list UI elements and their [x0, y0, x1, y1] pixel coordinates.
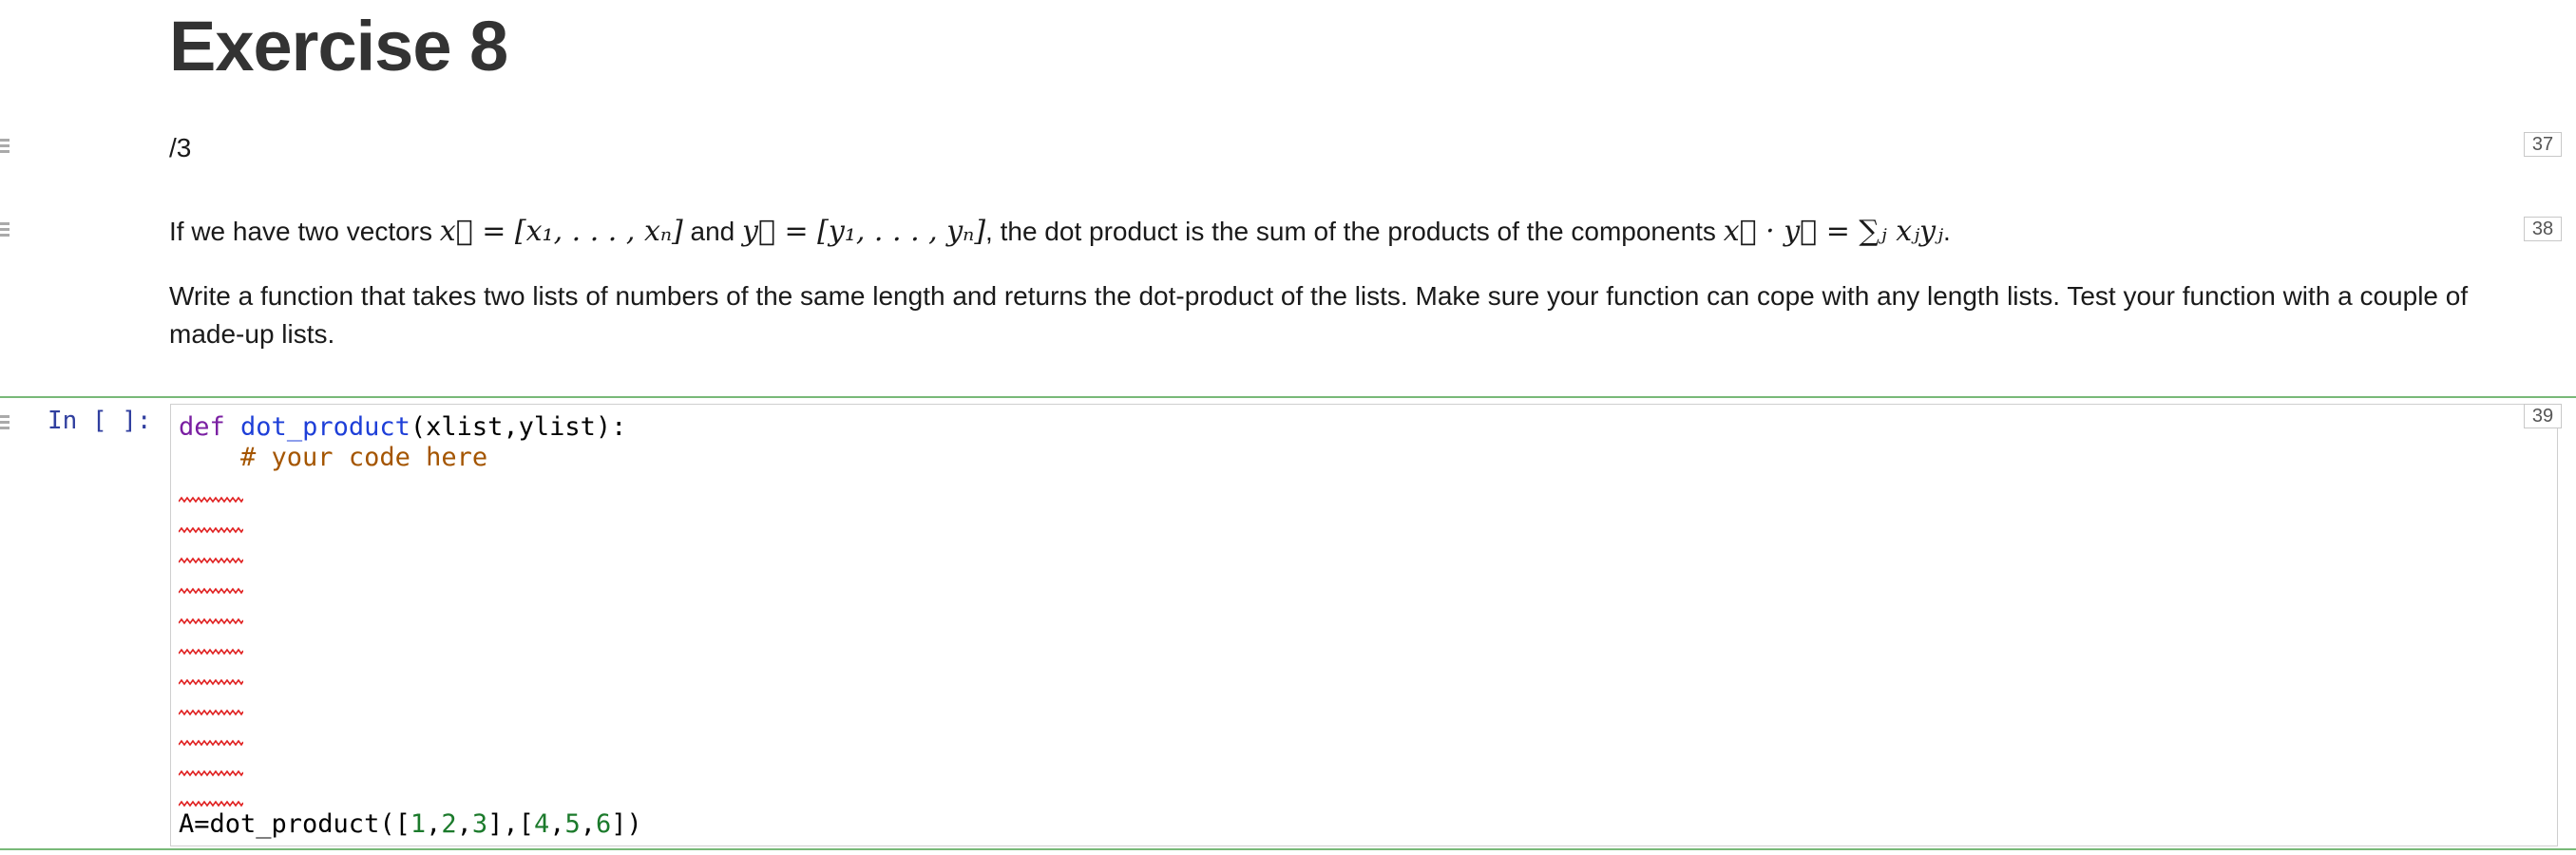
error-squiggle-icon [179, 739, 243, 747]
error-squiggle-icon [179, 709, 243, 716]
number-literal: 4 [533, 809, 550, 839]
cell-number: 37 [2524, 132, 2562, 157]
function-args: (xlist,ylist): [410, 412, 627, 442]
error-squiggle-icon [179, 526, 243, 534]
vector-definition: If we have two vectors x⃗ = [x₁, . . . ,… [169, 215, 1951, 248]
code-line-2[interactable]: # your code here [179, 443, 487, 472]
drag-handle-icon[interactable] [0, 139, 10, 156]
drag-handle-icon[interactable] [0, 222, 10, 239]
x-vector-math: x⃗ = [x₁, . . . , xₙ] [439, 215, 683, 248]
error-squiggle-icon [179, 800, 243, 808]
drag-handle-icon[interactable] [0, 415, 10, 432]
code-mid: ],[ [487, 809, 534, 839]
code-comment: # your code here [240, 443, 488, 472]
number-literal: 3 [471, 809, 488, 839]
instructions-text: Write a function that takes two lists of… [169, 281, 2469, 349]
function-name: dot_product [240, 412, 410, 442]
intro-period: . [1943, 217, 1951, 246]
code-prefix: A=dot_product([ [179, 809, 410, 839]
cell-number: 39 [2524, 404, 2562, 428]
cell-number: 38 [2524, 217, 2562, 241]
code-line-1[interactable]: def dot_product(xlist,ylist): [179, 412, 626, 442]
error-squiggle-icon [179, 678, 243, 686]
intro-text-2: , the dot product is the sum of the prod… [985, 217, 1724, 246]
points-text: /3 [169, 133, 192, 162]
error-squiggle-icon [179, 618, 243, 625]
y-vector-math: y⃗ = [y₁, . . . , yₙ] [742, 215, 986, 248]
intro-text: If we have two vectors [169, 217, 440, 246]
exercise-heading: Exercise 8 [169, 7, 508, 86]
error-squiggle-icon [179, 587, 243, 595]
error-squiggle-icon [179, 770, 243, 777]
number-literal: 5 [564, 809, 581, 839]
number-literal: 6 [596, 809, 612, 839]
def-keyword: def [179, 412, 225, 442]
error-squiggle-icon [179, 496, 243, 504]
dot-product-formula: x⃗ · y⃗ = ∑ⱼ xⱼyⱼ [1723, 215, 1943, 248]
number-literal: 2 [441, 809, 457, 839]
error-squiggle-icon [179, 648, 243, 656]
code-line-last[interactable]: A=dot_product([1,2,3],[4,5,6]) [179, 809, 642, 839]
input-prompt: In [ ]: [48, 407, 152, 435]
error-squiggle-icon [179, 557, 243, 564]
intro-and: and [682, 217, 743, 246]
number-literal: 1 [410, 809, 427, 839]
code-editor[interactable] [170, 404, 2558, 846]
code-suffix: ]) [611, 809, 642, 839]
